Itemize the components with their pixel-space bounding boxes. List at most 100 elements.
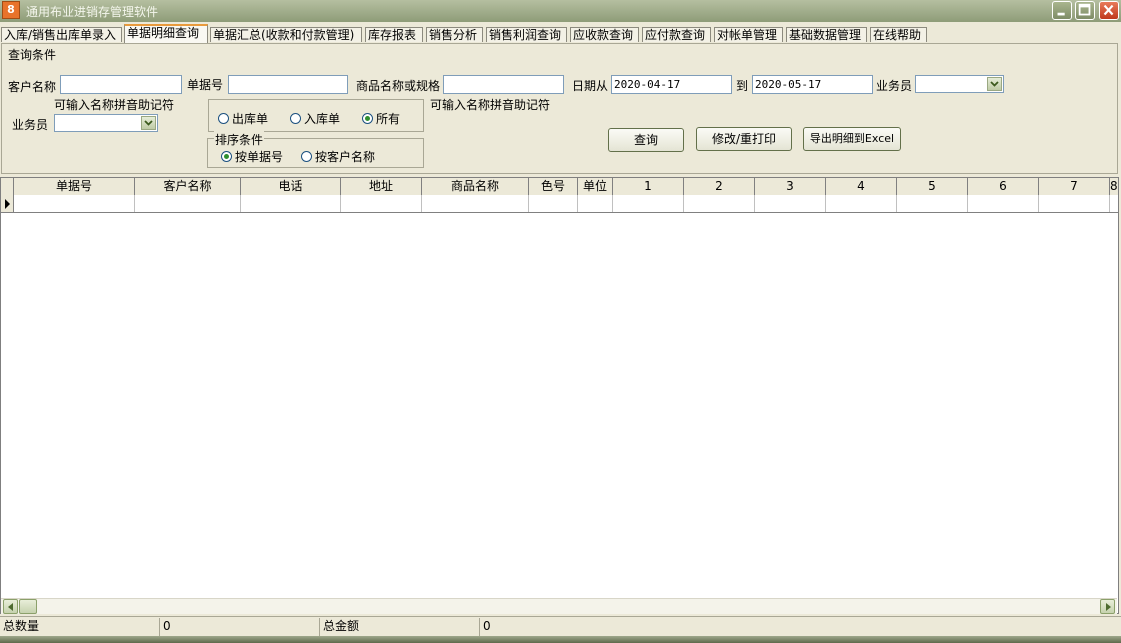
table-cell[interactable] bbox=[1110, 195, 1118, 212]
product-label: 商品名称或规格 bbox=[356, 79, 441, 93]
table-cell[interactable] bbox=[1039, 195, 1110, 212]
title-bar[interactable]: 8 通用布业进销存管理软件 bbox=[0, 0, 1121, 22]
col-header[interactable]: 1 bbox=[613, 178, 684, 195]
date-to-input[interactable]: 2020-05-17 bbox=[752, 75, 873, 94]
maximize-button[interactable] bbox=[1075, 1, 1095, 20]
col-header[interactable]: 2 bbox=[684, 178, 755, 195]
horizontal-scrollbar[interactable] bbox=[1, 598, 1117, 614]
total-qty-label: 总数量 bbox=[0, 618, 160, 636]
table-cell[interactable] bbox=[241, 195, 341, 212]
customer-label: 客户名称 bbox=[8, 80, 57, 94]
table-cell[interactable] bbox=[135, 195, 241, 212]
doc-type-group: 出库单 入库单 所有 bbox=[208, 99, 424, 132]
table-cell[interactable] bbox=[341, 195, 422, 212]
product-input[interactable] bbox=[443, 75, 564, 94]
col-header[interactable]: 客户名称 bbox=[135, 178, 241, 195]
col-header[interactable]: 3 bbox=[755, 178, 826, 195]
table-cell[interactable] bbox=[14, 195, 135, 212]
grid-header: 单据号 客户名称 电话 地址 商品名称 色号 单位 1 2 3 4 5 6 7 … bbox=[1, 178, 1118, 196]
col-header[interactable]: 单位 bbox=[578, 178, 613, 195]
col-header[interactable]: 6 bbox=[968, 178, 1039, 195]
radio-sort-customer[interactable]: 按客户名称 bbox=[301, 148, 375, 165]
total-qty-value: 0 bbox=[160, 618, 320, 636]
radio-all[interactable]: 所有 bbox=[362, 110, 400, 127]
minimize-icon bbox=[1057, 12, 1065, 16]
query-panel: 查询条件 客户名称 可输入名称拼音助记符 单据号 商品名称或规格 可输入名称拼音… bbox=[1, 43, 1118, 174]
table-row[interactable] bbox=[1, 195, 1118, 213]
table-cell[interactable] bbox=[968, 195, 1039, 212]
chevron-down-icon[interactable] bbox=[987, 77, 1002, 91]
salesman2-label: 业务员 bbox=[12, 118, 49, 132]
col-header[interactable]: 5 bbox=[897, 178, 968, 195]
tab-online-help[interactable]: 在线帮助 bbox=[870, 27, 927, 42]
col-header[interactable]: 4 bbox=[826, 178, 897, 195]
table-cell[interactable] bbox=[529, 195, 578, 212]
window-title: 通用布业进销存管理软件 bbox=[26, 5, 159, 19]
radio-sort-doc-no[interactable]: 按单据号 bbox=[221, 148, 283, 165]
col-header[interactable]: 单据号 bbox=[14, 178, 135, 195]
status-bar: 总数量 0 总金额 0 bbox=[0, 616, 1121, 637]
tab-profit-query[interactable]: 销售利润查询 bbox=[486, 27, 567, 42]
table-cell[interactable] bbox=[897, 195, 968, 212]
tab-inventory-report[interactable]: 库存报表 bbox=[365, 27, 423, 42]
col-header[interactable]: 地址 bbox=[341, 178, 422, 195]
salesman-label: 业务员 bbox=[876, 79, 913, 93]
minimize-button[interactable] bbox=[1052, 1, 1072, 20]
export-excel-button[interactable]: 导出明细到Excel bbox=[803, 127, 901, 151]
salesman2-select[interactable] bbox=[54, 114, 158, 132]
query-button[interactable]: 查询 bbox=[608, 128, 684, 152]
scroll-right-icon[interactable] bbox=[1100, 599, 1115, 614]
radio-selected-icon bbox=[221, 151, 232, 162]
radio-circle-icon bbox=[218, 113, 229, 124]
sort-group: 排序条件 按单据号 按客户名称 bbox=[207, 131, 424, 168]
tab-receivables[interactable]: 应收款查询 bbox=[570, 27, 639, 42]
current-row-icon[interactable] bbox=[1, 195, 14, 212]
tab-bar: 入库/销售出库单录入 单据明细查询 单据汇总(收款和付款管理) 库存报表 销售分… bbox=[0, 24, 1121, 43]
radio-circle-icon bbox=[290, 113, 301, 124]
scroll-thumb[interactable] bbox=[19, 599, 37, 614]
table-cell[interactable] bbox=[826, 195, 897, 212]
salesman-select[interactable] bbox=[915, 75, 1004, 93]
chevron-down-icon[interactable] bbox=[141, 116, 156, 130]
radio-all-label: 所有 bbox=[376, 112, 401, 126]
table-cell[interactable] bbox=[422, 195, 529, 212]
row-selector-header bbox=[1, 178, 14, 195]
col-header[interactable]: 电话 bbox=[241, 178, 341, 195]
date-from-input[interactable]: 2020-04-17 bbox=[611, 75, 732, 94]
query-legend: 查询条件 bbox=[7, 46, 58, 63]
close-button[interactable] bbox=[1099, 1, 1119, 20]
table-cell[interactable] bbox=[755, 195, 826, 212]
radio-outbound-label: 出库单 bbox=[232, 112, 269, 126]
tab-summary-payments[interactable]: 单据汇总(收款和付款管理) bbox=[210, 27, 362, 42]
radio-circle-icon bbox=[301, 151, 312, 162]
table-cell[interactable] bbox=[613, 195, 684, 212]
radio-outbound[interactable]: 出库单 bbox=[218, 110, 268, 127]
tab-statements[interactable]: 对帐单管理 bbox=[714, 27, 783, 42]
table-cell[interactable] bbox=[578, 195, 613, 212]
close-icon bbox=[1103, 4, 1114, 16]
col-header[interactable]: 7 bbox=[1039, 178, 1110, 195]
radio-selected-icon bbox=[362, 113, 373, 124]
detail-grid[interactable]: 单据号 客户名称 电话 地址 商品名称 色号 单位 1 2 3 4 5 6 7 … bbox=[0, 177, 1119, 614]
radio-inbound[interactable]: 入库单 bbox=[290, 110, 340, 127]
tab-payables[interactable]: 应付款查询 bbox=[642, 27, 711, 42]
scroll-left-icon[interactable] bbox=[3, 599, 18, 614]
col-header[interactable]: 8 bbox=[1110, 178, 1118, 195]
customer-hint: 可输入名称拼音助记符 bbox=[54, 98, 175, 112]
taskbar-strip bbox=[0, 636, 1121, 643]
tab-detail-query[interactable]: 单据明细查询 bbox=[124, 24, 208, 43]
edit-reprint-button[interactable]: 修改/重打印 bbox=[696, 127, 792, 151]
col-header[interactable]: 商品名称 bbox=[422, 178, 529, 195]
radio-sort-customer-label: 按客户名称 bbox=[315, 150, 376, 164]
col-header[interactable]: 色号 bbox=[529, 178, 578, 195]
product-hint: 可输入名称拼音助记符 bbox=[430, 98, 551, 112]
tab-stock-entry[interactable]: 入库/销售出库单录入 bbox=[1, 27, 122, 42]
doc-no-input[interactable] bbox=[228, 75, 348, 94]
tab-base-data[interactable]: 基础数据管理 bbox=[786, 27, 867, 42]
tab-sales-analysis[interactable]: 销售分析 bbox=[426, 27, 483, 42]
total-amount-label: 总金额 bbox=[320, 618, 480, 636]
customer-input[interactable] bbox=[60, 75, 182, 94]
table-cell[interactable] bbox=[684, 195, 755, 212]
radio-inbound-label: 入库单 bbox=[304, 112, 341, 126]
radio-sort-doc-no-label: 按单据号 bbox=[235, 150, 284, 164]
